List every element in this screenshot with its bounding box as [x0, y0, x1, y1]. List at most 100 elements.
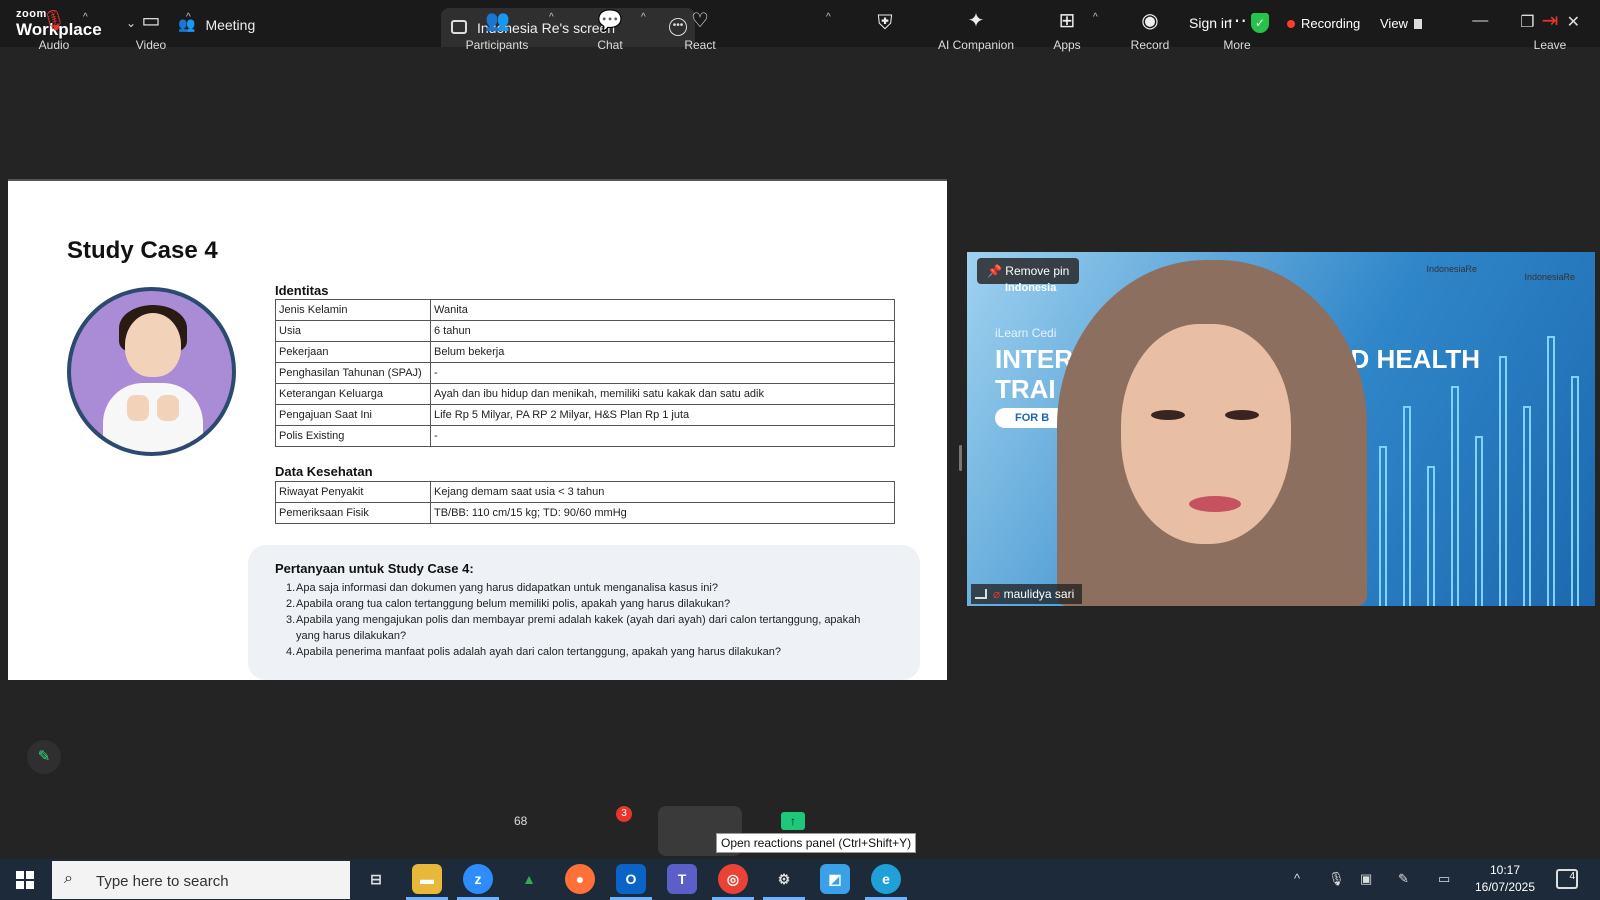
- apps-label: Apps: [1053, 38, 1081, 52]
- signal-strength-icon: [975, 589, 987, 599]
- tray-display-icon[interactable]: ▣: [1360, 871, 1372, 887]
- background-bar: [1475, 436, 1483, 606]
- more-button[interactable]: ⋯ More: [1197, 8, 1277, 52]
- table-key-cell: Jenis Kelamin: [275, 299, 431, 321]
- table-key-cell: Pengajuan Saat Ini: [275, 404, 431, 426]
- chat-icon: 💬: [597, 10, 623, 32]
- slide-title: Study Case 4: [67, 237, 218, 264]
- task-view-icon[interactable]: ⊟: [361, 864, 391, 894]
- apps-options-caret-icon[interactable]: ^: [1093, 12, 1098, 23]
- table-key-cell: Usia: [275, 320, 431, 342]
- table-key-cell: Riwayat Penyakit: [275, 481, 431, 503]
- audio-button[interactable]: 🎙 Audio: [14, 8, 94, 52]
- security-button[interactable]: ⛨: [845, 10, 925, 36]
- tray-microphone-icon[interactable]: 🎙: [1328, 871, 1345, 887]
- video-options-caret-icon[interactable]: ^: [186, 12, 191, 23]
- participant-name: maulidya sari: [1003, 587, 1075, 601]
- view-button[interactable]: View: [1380, 16, 1422, 31]
- notification-count: 4: [1569, 871, 1575, 882]
- question-number: 1.: [286, 582, 296, 594]
- tray-network-icon[interactable]: ▭: [1438, 871, 1450, 887]
- photo-thumb-left: [127, 395, 149, 421]
- annotate-pen-icon[interactable]: ✎: [27, 740, 61, 774]
- firefox-icon[interactable]: ●: [565, 864, 595, 894]
- settings-gear-icon[interactable]: ⚙: [769, 864, 799, 894]
- google-drive-icon[interactable]: ▲: [514, 864, 544, 894]
- react-button[interactable]: ♡ React: [660, 8, 740, 52]
- background-bar: [1403, 406, 1411, 606]
- zoom-app-icon[interactable]: z: [463, 864, 493, 894]
- table-row: Pekerjaan Belum bekerja: [275, 341, 895, 363]
- ai-companion-label: AI Companion: [937, 38, 1015, 52]
- background-bar: [1571, 376, 1579, 606]
- file-explorer-icon[interactable]: ▬: [412, 864, 442, 894]
- pin-icon: 📌: [987, 264, 1002, 278]
- recording-indicator[interactable]: Recording: [1287, 16, 1360, 31]
- background-bar: [1523, 406, 1531, 606]
- windows-start-icon[interactable]: [16, 871, 34, 889]
- participant-video-tile[interactable]: iLearn Cedi INTER AND HEALTH TRAI FOR B I…: [967, 252, 1595, 606]
- table-row: Jenis Kelamin Wanita: [275, 299, 895, 321]
- photos-icon[interactable]: ◩: [820, 864, 850, 894]
- clock-time: 10:17: [1489, 863, 1521, 877]
- video-button[interactable]: ▭ Video: [111, 8, 191, 52]
- table-value-cell: Kejang demam saat usia < 3 tahun: [430, 481, 895, 503]
- title-bar: zoom Workplace ⌄ 👥 Meeting Indonesia Re'…: [0, 0, 1600, 47]
- ai-companion-button[interactable]: ✦ AI Companion: [926, 8, 1026, 52]
- table-value-cell: Belum bekerja: [430, 341, 895, 363]
- background-bar: [1427, 466, 1435, 606]
- taskbar-clock[interactable]: 10:17 16/07/2025: [1470, 862, 1540, 896]
- audio-options-caret-icon[interactable]: ^: [83, 12, 88, 23]
- table-row: Pemeriksaan Fisik TB/BB: 110 cm/15 kg; TD…: [275, 502, 895, 524]
- chat-button[interactable]: 💬 Chat: [570, 8, 650, 52]
- background-text-indonesia: Indonesia: [1005, 282, 1057, 294]
- share-options-caret-icon[interactable]: ^: [826, 12, 831, 23]
- record-button[interactable]: ◉ Record: [1110, 8, 1190, 52]
- person-eye-right: [1225, 410, 1259, 420]
- chat-options-caret-icon[interactable]: ^: [641, 12, 646, 23]
- question-text: Apa saja informasi dan dokumen yang haru…: [296, 582, 718, 594]
- participants-button[interactable]: 👥 Participants: [457, 8, 537, 52]
- table-value-cell: 6 tahun: [430, 320, 895, 342]
- clock-date: 16/07/2025: [1474, 880, 1536, 894]
- teams-icon[interactable]: T: [667, 864, 697, 894]
- indonesiare-logo: IndonesiaRe: [1426, 264, 1477, 274]
- chat-unread-badge: 3: [616, 806, 632, 822]
- background-bar: [1451, 386, 1459, 606]
- data-kesehatan-heading: Data Kesehatan: [275, 464, 373, 479]
- table-key-cell: Polis Existing: [275, 425, 431, 447]
- background-bar: [1547, 336, 1555, 606]
- shared-screen-slide: Study Case 4 Identitas Jenis Kelamin Wani…: [8, 179, 947, 680]
- minimize-icon[interactable]: —: [1472, 12, 1488, 32]
- share-screen-icon[interactable]: ↑: [781, 812, 805, 830]
- leave-label: Leave: [1533, 38, 1567, 52]
- question-text: Apabila yang mengajukan polis dan membay…: [296, 614, 861, 642]
- chrome-icon[interactable]: ◎: [718, 864, 748, 894]
- tray-chevron-up-icon[interactable]: ^: [1294, 871, 1300, 886]
- data-kesehatan-table: Riwayat Penyakit Kejang demam saat usia <…: [275, 481, 895, 524]
- participants-options-caret-icon[interactable]: ^: [549, 12, 554, 23]
- background-bar: [1379, 446, 1387, 606]
- table-value-cell: Ayah dan ibu hidup dan menikah, memiliki…: [430, 383, 895, 405]
- table-key-cell: Pemeriksaan Fisik: [275, 502, 431, 524]
- tab-meeting-label: Meeting: [205, 16, 256, 33]
- question-text: Apabila penerima manfaat polis adalah ay…: [296, 646, 781, 658]
- audio-label: Audio: [38, 38, 70, 52]
- edge-icon[interactable]: e: [871, 864, 901, 894]
- outlook-icon[interactable]: O: [616, 864, 646, 894]
- leave-button[interactable]: ⇥ Leave: [1510, 8, 1590, 52]
- heart-icon: ♡: [691, 10, 709, 32]
- indonesiare-institute-logo: IndonesiaRe: [1524, 272, 1575, 282]
- panel-resize-handle[interactable]: [959, 445, 962, 471]
- child-photo: [67, 287, 236, 456]
- tray-pen-icon[interactable]: ✎: [1398, 871, 1409, 887]
- taskbar-search-box[interactable]: ⌕ Type here to search: [52, 861, 350, 899]
- search-icon: ⌕: [64, 870, 73, 887]
- list-item: 4. Apabila penerima manfaat polis adalah …: [286, 644, 876, 660]
- list-item: 2. Apabila orang tua calon tertanggung be…: [286, 596, 876, 612]
- table-row: Riwayat Penyakit Kejang demam saat usia <…: [275, 481, 895, 503]
- remove-pin-button[interactable]: 📌 Remove pin: [977, 258, 1080, 284]
- recording-dot-icon: [1287, 19, 1295, 28]
- camera-icon: ▭: [141, 10, 161, 32]
- notification-center-icon[interactable]: 4: [1556, 869, 1578, 889]
